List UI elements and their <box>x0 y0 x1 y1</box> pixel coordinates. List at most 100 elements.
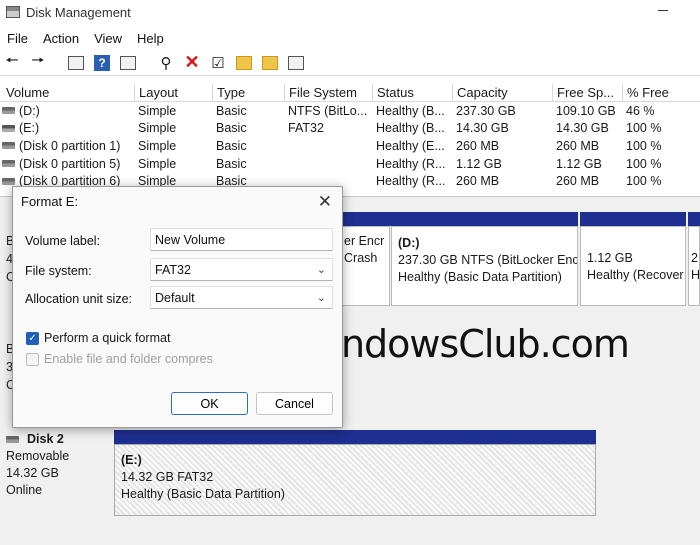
toolbar-separator <box>54 53 60 73</box>
col-status[interactable]: Status <box>372 84 452 101</box>
checklist-icon[interactable]: ☑ <box>208 53 228 73</box>
partition-title: (E:) <box>121 453 142 467</box>
allocation-unit-value: Default <box>155 290 195 305</box>
toolbar-separator <box>144 53 150 73</box>
col-layout[interactable]: Layout <box>134 84 212 101</box>
col-free-space[interactable]: Free Sp... <box>552 84 622 101</box>
type-cell: Basic <box>216 156 247 171</box>
disk2-info[interactable]: Disk 2 Removable 14.32 GB Online <box>6 431 112 499</box>
chevron-down-icon: ⌄ <box>316 264 326 276</box>
folder-search-icon[interactable] <box>260 53 280 73</box>
back-arrow-icon[interactable]: 🠔 <box>2 52 22 73</box>
partition-size: 237.30 GB NTFS (BitLocker Encr <box>398 253 578 267</box>
table-row[interactable]: (D:) Simple Basic NTFS (BitLo... Healthy… <box>0 102 700 120</box>
disk2-name-text: Disk 2 <box>27 432 64 446</box>
forward-arrow-icon[interactable]: 🠖 <box>28 52 48 73</box>
drive-icon <box>6 436 19 443</box>
partition-d[interactable]: (D:) 237.30 GB NTFS (BitLocker Encr Heal… <box>391 226 578 306</box>
col-capacity[interactable]: Capacity <box>452 84 552 101</box>
layout-cell: Simple <box>138 138 177 153</box>
close-icon[interactable]: ✕ <box>318 192 332 212</box>
file-system-value: FAT32 <box>155 262 191 277</box>
quick-format-label: Perform a quick format <box>44 331 171 345</box>
properties-pane-icon[interactable] <box>66 53 86 73</box>
volume-cell: (Disk 0 partition 5) <box>2 155 132 173</box>
volume-name: (E:) <box>19 121 40 136</box>
volume-cell: (D:) <box>2 102 132 120</box>
volume-name: (D:) <box>19 103 40 118</box>
quick-format-option[interactable]: ✓ Perform a quick format <box>26 331 170 345</box>
partition-size: 1.12 GB <box>587 251 633 265</box>
partition-e-inner: (E:) 14.32 GB FAT32 Healthy (Basic Data … <box>118 448 592 512</box>
free-space-cell: 14.30 GB <box>556 121 609 136</box>
partition-size: 14.32 GB FAT32 <box>121 470 214 484</box>
chevron-down-icon: ⌄ <box>316 292 326 304</box>
col-type[interactable]: Type <box>212 84 282 101</box>
partition-recovery[interactable]: 1.12 GB Healthy (Recover <box>580 226 686 306</box>
delete-icon[interactable]: ✕ <box>182 52 202 73</box>
layout-cell: Simple <box>138 103 177 118</box>
menu-file[interactable]: File <box>0 31 36 46</box>
disk2-name: Disk 2 <box>6 431 112 448</box>
allocation-unit-select[interactable]: Default ⌄ <box>150 286 333 309</box>
partition-text: H <box>691 268 700 282</box>
file-system-cell: FAT32 <box>288 121 324 136</box>
col-volume[interactable]: Volume <box>2 84 132 101</box>
status-cell: Healthy (B... <box>376 103 445 118</box>
col-file-system[interactable]: File System <box>284 84 372 101</box>
connect-icon[interactable]: ⚲ <box>156 53 176 73</box>
disk2-state: Online <box>6 483 43 497</box>
table-row[interactable]: (Disk 0 partition 5) Simple Basic Health… <box>0 155 700 173</box>
col-percent-free[interactable]: % Free <box>622 84 700 101</box>
file-system-cell <box>284 155 372 173</box>
status-cell: Healthy (R... <box>376 174 446 189</box>
volume-table: Volume Layout Type File System Status Ca… <box>0 84 700 190</box>
menu-help[interactable]: Help <box>130 31 172 46</box>
console-pane-icon[interactable] <box>118 53 138 73</box>
minimize-button[interactable] <box>656 4 670 16</box>
quick-format-checkbox[interactable]: ✓ <box>26 331 39 345</box>
partition-status: Healthy (Recover <box>587 268 684 282</box>
status-cell: Healthy (R... <box>376 156 446 171</box>
allocation-unit-label: Allocation unit size: <box>25 292 133 306</box>
partition-status: Healthy (Basic Data Partition) <box>398 270 562 284</box>
volume-name: (Disk 0 partition 5) <box>19 156 121 171</box>
file-system-select[interactable]: FAT32 ⌄ <box>150 258 333 281</box>
table-row[interactable]: (E:) Simple Basic FAT32 Healthy (B... 14… <box>0 120 700 138</box>
partition-strip <box>580 212 686 226</box>
compression-option: Enable file and folder compres <box>26 352 213 366</box>
cancel-button[interactable]: Cancel <box>256 392 333 415</box>
menu-action[interactable]: Action <box>36 31 87 46</box>
disk-management-icon <box>6 6 20 18</box>
table-header: Volume Layout Type File System Status Ca… <box>0 84 700 102</box>
table-row[interactable]: (Disk 0 partition 1) Simple Basic Health… <box>0 137 700 155</box>
type-cell: Basic <box>216 138 247 153</box>
volume-label-input[interactable] <box>150 228 333 251</box>
partition-status: Healthy (Basic Data Partition) <box>121 487 285 501</box>
partition-right-partial[interactable]: 2 H <box>688 226 700 306</box>
partition-strip <box>688 212 700 226</box>
volume-cell: (Disk 0 partition 1) <box>2 137 132 155</box>
volume-name: (Disk 0 partition 1) <box>19 138 121 153</box>
ok-button[interactable]: OK <box>171 392 248 415</box>
dialog-title: Format E: <box>21 194 79 209</box>
toolbar: 🠔 🠖 ? ⚲ ✕ ☑ <box>0 50 700 76</box>
free-space-cell: 260 MB <box>556 138 600 153</box>
volume-cell: (E:) <box>2 120 132 138</box>
menu-view[interactable]: View <box>87 31 130 46</box>
file-system-cell: NTFS (BitLo... <box>288 103 368 118</box>
compression-checkbox <box>26 352 39 366</box>
status-cell: Healthy (E... <box>376 138 445 153</box>
capacity-cell: 14.30 GB <box>456 121 509 136</box>
title-bar: Disk Management <box>0 0 700 24</box>
folder-up-icon[interactable] <box>234 53 254 73</box>
percent-free-cell: 46 % <box>626 103 655 118</box>
percent-free-cell: 100 % <box>626 138 662 153</box>
disk2-size: 14.32 GB <box>6 466 59 480</box>
partition-e[interactable]: (E:) 14.32 GB FAT32 Healthy (Basic Data … <box>114 444 596 516</box>
help-icon[interactable]: ? <box>92 53 112 73</box>
drive-icon <box>2 124 15 132</box>
partition-strip <box>390 212 578 226</box>
partition-text: er Encr <box>344 234 385 248</box>
list-view-icon[interactable] <box>286 53 306 73</box>
